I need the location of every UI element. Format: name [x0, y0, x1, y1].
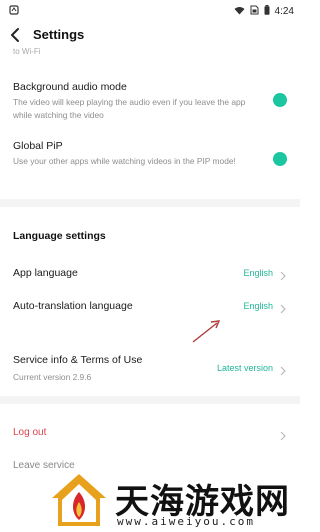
section-divider	[0, 396, 300, 404]
chevron-right-icon	[279, 268, 287, 281]
background-audio-title: Background audio mode	[13, 81, 127, 93]
background-audio-toggle[interactable]	[273, 93, 287, 107]
header: Settings	[0, 22, 300, 50]
app-language-label: App language	[13, 267, 78, 279]
auto-translation-value: English	[243, 301, 273, 311]
faded-description: to Wi-Fi	[13, 47, 41, 56]
watermark-url: www.aiweiyou.com	[117, 515, 255, 528]
service-info-value: Latest version	[216, 363, 273, 373]
global-pip-toggle[interactable]	[273, 152, 287, 166]
section-divider	[0, 199, 300, 207]
service-info-title: Service info & Terms of Use	[13, 354, 143, 366]
page-title: Settings	[33, 27, 85, 42]
global-pip-title: Global PiP	[13, 140, 63, 152]
status-time: 4:24	[274, 5, 294, 17]
battery-icon	[264, 2, 270, 20]
back-arrow-icon[interactable]	[6, 24, 26, 46]
watermark-logo-icon	[50, 472, 108, 532]
app-logo-icon	[9, 2, 19, 20]
chevron-right-icon	[279, 428, 287, 441]
logout-button[interactable]: Log out	[13, 427, 46, 438]
status-bar: 4:24	[0, 0, 300, 17]
wifi-icon	[234, 2, 245, 20]
sim-icon	[250, 2, 259, 20]
chevron-right-icon	[279, 301, 287, 314]
app-language-value: English	[243, 268, 273, 278]
global-pip-description: Use your other apps while watching video…	[13, 156, 236, 166]
auto-translation-label: Auto-translation language	[13, 300, 133, 312]
annotation-arrow-icon	[191, 318, 223, 349]
chevron-right-icon	[279, 363, 287, 376]
language-section-heading: Language settings	[13, 230, 106, 242]
background-audio-description: The video will keep playing the audio ev…	[13, 97, 246, 120]
